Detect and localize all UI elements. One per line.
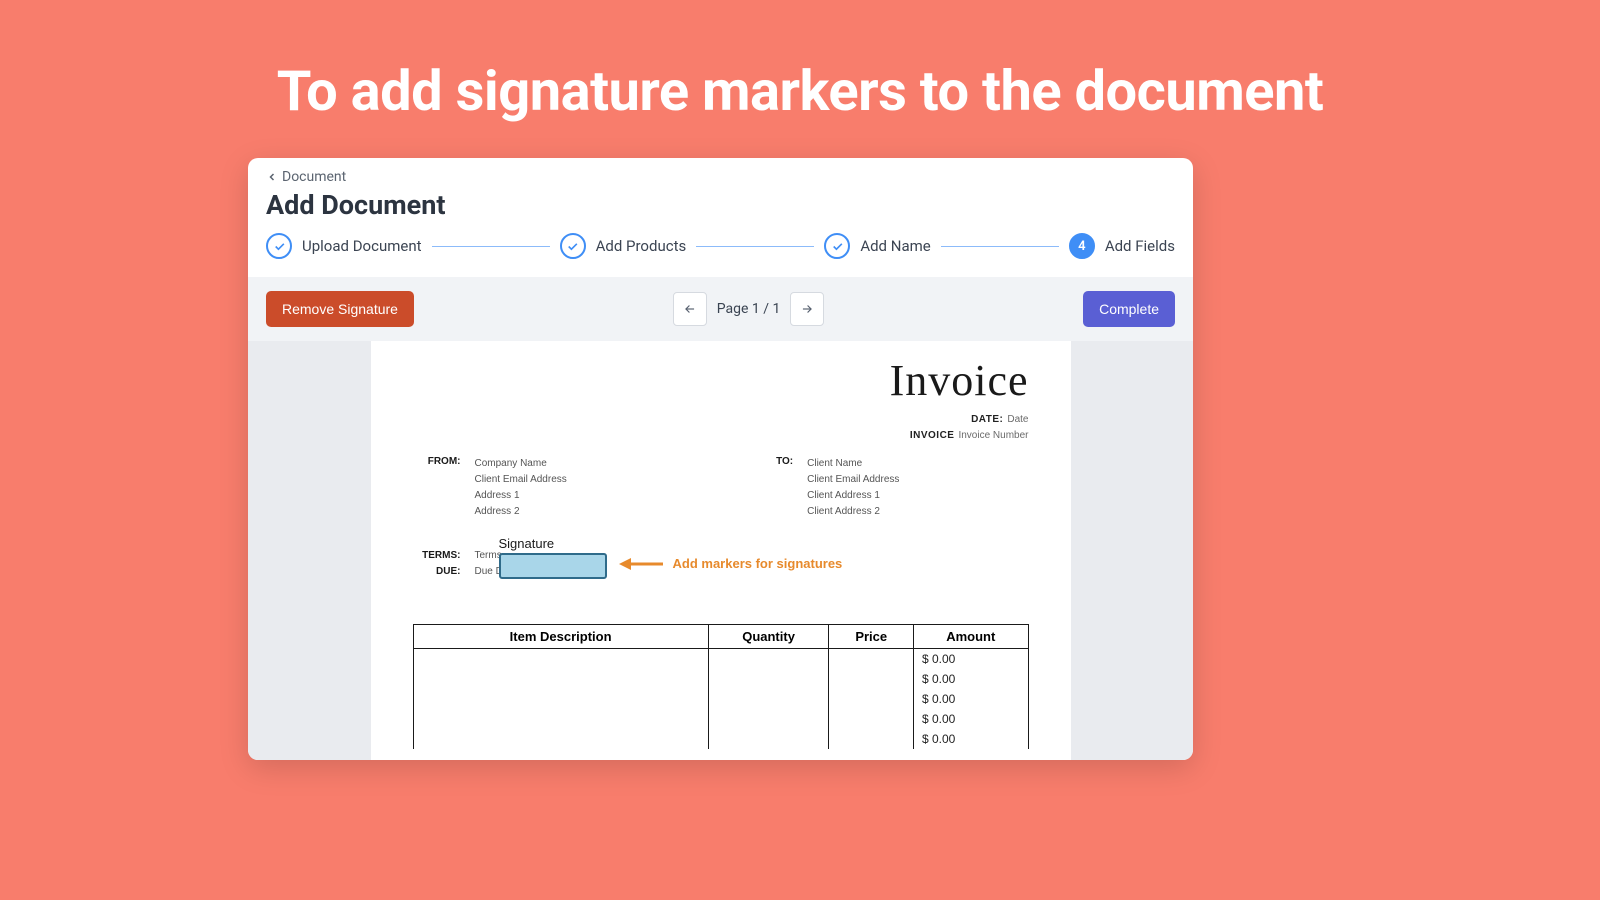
slide-title: To add signature markers to the document xyxy=(0,58,1600,124)
complete-button[interactable]: Complete xyxy=(1083,291,1175,327)
col-amount: Amount xyxy=(913,625,1028,649)
step-add-name[interactable]: Add Name xyxy=(824,233,930,259)
invoice-number-label: INVOICE xyxy=(910,430,955,441)
stepper: Upload Document Add Products Add Name 4 … xyxy=(248,231,1193,277)
terms-block: TERMS: DUE: Terms Due Date Signature xyxy=(413,548,1029,580)
next-page-button[interactable] xyxy=(790,292,824,326)
invoice-meta: DATE: Date INVOICEInvoice Number xyxy=(413,412,1029,444)
step-label: Add Name xyxy=(860,237,930,255)
page-title: Add Document xyxy=(266,189,1175,221)
from-line: Address 2 xyxy=(475,504,567,520)
annotation-text: Add markers for signatures xyxy=(673,556,843,571)
table-row: $ 0.00 xyxy=(413,709,1028,729)
table-row: $ 0.00 xyxy=(413,729,1028,749)
from-line: Company Name xyxy=(475,456,567,472)
col-item-description: Item Description xyxy=(413,625,708,649)
date-value: Date xyxy=(1007,414,1028,425)
arrow-left-icon xyxy=(683,302,697,316)
page-indicator: Page 1 / 1 xyxy=(717,301,781,317)
date-label: DATE: xyxy=(971,414,1003,425)
app-header: Document Add Document xyxy=(248,158,1193,231)
document-viewport[interactable]: Invoice DATE:Date INVOICEInvoice Number … xyxy=(248,341,1193,760)
step-upload-document[interactable]: Upload Document xyxy=(266,233,422,259)
invoice-parties: FROM: Company Name Client Email Address … xyxy=(413,456,1029,520)
prev-page-button[interactable] xyxy=(673,292,707,326)
chevron-left-icon xyxy=(266,171,278,183)
check-circle-icon xyxy=(560,233,586,259)
col-price: Price xyxy=(829,625,914,649)
from-line: Address 1 xyxy=(475,488,567,504)
amount-cell: $ 0.00 xyxy=(913,669,1028,689)
table-row: $ 0.00 xyxy=(413,649,1028,670)
document-page[interactable]: Invoice DATE:Date INVOICEInvoice Number … xyxy=(371,341,1071,760)
signature-box[interactable] xyxy=(499,553,607,579)
step-number-icon: 4 xyxy=(1069,233,1095,259)
to-line: Client Name xyxy=(807,456,899,472)
check-circle-icon xyxy=(266,233,292,259)
step-label: Add Fields xyxy=(1105,237,1175,255)
invoice-table: Item Description Quantity Price Amount $… xyxy=(413,624,1029,749)
remove-signature-button[interactable]: Remove Signature xyxy=(266,291,414,327)
check-circle-icon xyxy=(824,233,850,259)
amount-cell: $ 0.00 xyxy=(913,649,1028,670)
table-header-row: Item Description Quantity Price Amount xyxy=(413,625,1028,649)
step-connector xyxy=(696,246,814,247)
app-window: Document Add Document Upload Document Ad… xyxy=(248,158,1193,760)
step-connector xyxy=(941,246,1059,247)
invoice-number-value: Invoice Number xyxy=(958,430,1028,441)
signature-marker[interactable]: Signature xyxy=(499,536,607,579)
from-lines: Company Name Client Email Address Addres… xyxy=(475,456,567,520)
from-label: FROM: xyxy=(413,456,461,520)
from-line: Client Email Address xyxy=(475,472,567,488)
table-row: $ 0.00 xyxy=(413,689,1028,709)
annotation-callout: Add markers for signatures xyxy=(619,556,843,571)
to-label: TO: xyxy=(745,456,793,520)
toolbar: Remove Signature Page 1 / 1 Complete xyxy=(248,277,1193,341)
table-row: $ 0.00 xyxy=(413,669,1028,689)
step-add-fields[interactable]: 4 Add Fields xyxy=(1069,233,1175,259)
step-label: Upload Document xyxy=(302,237,422,255)
step-connector xyxy=(432,246,550,247)
to-line: Client Address 1 xyxy=(807,488,899,504)
from-block: FROM: Company Name Client Email Address … xyxy=(413,456,746,520)
step-add-products[interactable]: Add Products xyxy=(560,233,687,259)
arrow-right-icon xyxy=(800,302,814,316)
terms-label: TERMS: xyxy=(413,548,461,564)
amount-cell: $ 0.00 xyxy=(913,689,1028,709)
to-line: Client Email Address xyxy=(807,472,899,488)
step-label: Add Products xyxy=(596,237,687,255)
signature-label: Signature xyxy=(499,536,607,551)
col-quantity: Quantity xyxy=(708,625,829,649)
to-block: TO: Client Name Client Email Address Cli… xyxy=(745,456,1028,520)
arrow-left-annotation-icon xyxy=(619,557,663,571)
to-line: Client Address 2 xyxy=(807,504,899,520)
breadcrumb-label: Document xyxy=(282,169,346,185)
pager: Page 1 / 1 xyxy=(673,292,825,326)
to-lines: Client Name Client Email Address Client … xyxy=(807,456,899,520)
due-label: DUE: xyxy=(413,564,461,580)
breadcrumb-back[interactable]: Document xyxy=(266,169,346,185)
amount-cell: $ 0.00 xyxy=(913,729,1028,749)
invoice-heading: Invoice xyxy=(413,355,1029,406)
amount-cell: $ 0.00 xyxy=(913,709,1028,729)
